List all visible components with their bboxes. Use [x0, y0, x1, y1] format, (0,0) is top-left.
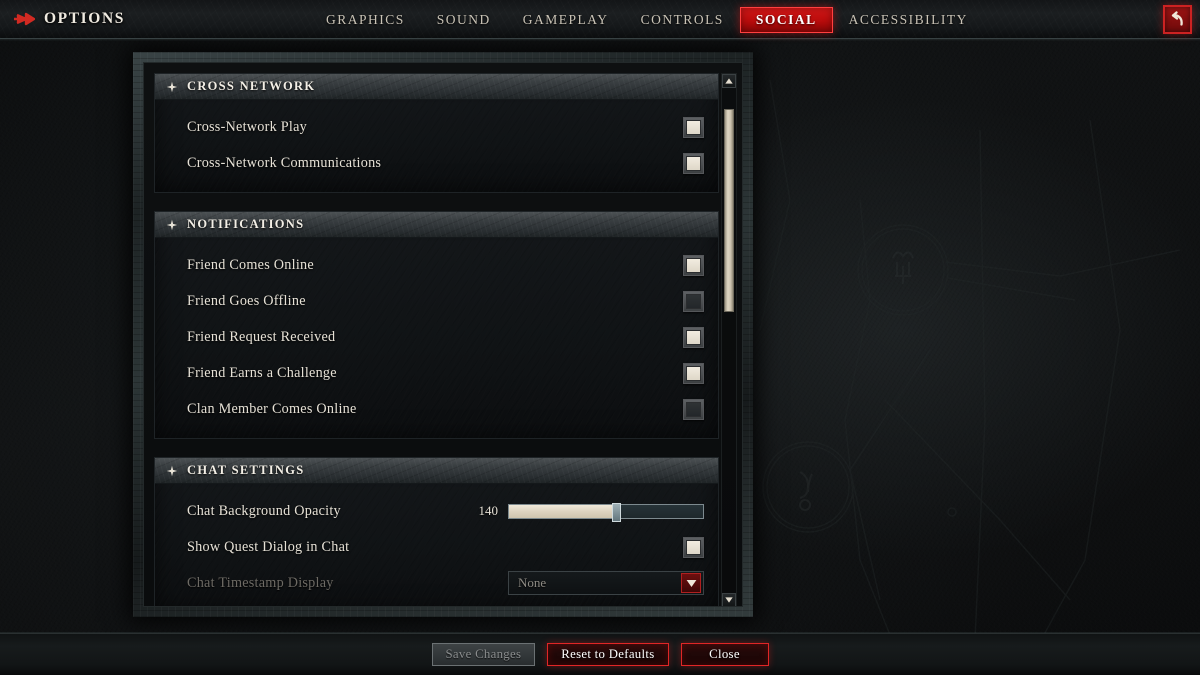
checkbox-friend-goes-offline[interactable] [683, 290, 704, 312]
row-label: Cross-Network Communications [187, 154, 382, 171]
row-chat-background-opacity: Chat Background Opacity 140 [155, 493, 718, 529]
section-header-notifications: NOTIFICATIONS [155, 212, 718, 238]
tab-gameplay[interactable]: GAMEPLAY [507, 7, 625, 33]
tab-sound[interactable]: SOUND [421, 7, 507, 33]
triangle-up-icon [725, 78, 733, 84]
slider-knob[interactable] [611, 502, 621, 522]
section-rows: Friend Comes Online Friend Goes Offline … [155, 238, 718, 438]
checkbox-clan-member-comes-online[interactable] [683, 398, 704, 420]
row-label: Friend Earns a Challenge [187, 364, 337, 381]
nav-tabs: GRAPHICS SOUND GAMEPLAY CONTROLS SOCIAL … [310, 0, 984, 39]
section-header-cross-network: CROSS NETWORK [155, 74, 718, 100]
section-notifications: NOTIFICATIONS Friend Comes Online Friend… [154, 211, 719, 439]
scrollbar-thumb[interactable] [724, 109, 734, 312]
row-friend-comes-online: Friend Comes Online [155, 247, 718, 283]
slider-track[interactable] [508, 502, 704, 522]
options-arrow-icon [14, 12, 35, 26]
scroll-up-button[interactable] [722, 74, 736, 88]
four-point-star-icon [166, 81, 178, 92]
tab-controls[interactable]: CONTROLS [625, 7, 740, 33]
triangle-down-icon [725, 597, 733, 603]
four-point-star-icon [166, 465, 178, 476]
scroll-down-button[interactable] [722, 593, 736, 606]
options-panel: CROSS NETWORK Cross-Network Play Cross-N… [143, 62, 743, 607]
checkbox-friend-request-received[interactable] [683, 326, 704, 348]
section-cross-network: CROSS NETWORK Cross-Network Play Cross-N… [154, 73, 719, 193]
row-label: Cross-Network Play [187, 118, 307, 135]
back-arrow-icon [1171, 11, 1183, 26]
row-label: Friend Request Received [187, 328, 336, 345]
settings-scrollbar[interactable] [721, 73, 737, 606]
options-panel-frame: CROSS NETWORK Cross-Network Play Cross-N… [133, 52, 753, 617]
back-button[interactable] [1163, 5, 1192, 34]
section-header-chat-settings: CHAT SETTINGS [155, 458, 718, 484]
row-friend-earns-a-challenge: Friend Earns a Challenge [155, 355, 718, 391]
checkbox-friend-comes-online[interactable] [683, 254, 704, 276]
settings-scroll-area: CROSS NETWORK Cross-Network Play Cross-N… [154, 73, 719, 606]
reset-to-defaults-button[interactable]: Reset to Defaults [547, 643, 669, 666]
chevron-down-icon[interactable] [681, 573, 701, 593]
row-cross-network-play: Cross-Network Play [155, 109, 718, 145]
row-label: Chat Timestamp Display [187, 574, 334, 591]
four-point-star-icon [166, 219, 178, 230]
dropdown-chat-timestamp-display[interactable]: None [508, 571, 704, 595]
footer-bar: Save Changes Reset to Defaults Close [0, 632, 1200, 675]
row-label: Clan Member Comes Online [187, 400, 357, 417]
section-rows: Chat Background Opacity 140 Show Quest D… [155, 484, 718, 606]
tab-accessibility[interactable]: ACCESSIBILITY [833, 7, 984, 33]
row-friend-goes-offline: Friend Goes Offline [155, 283, 718, 319]
slider-chat-background-opacity: 140 [470, 502, 704, 522]
section-rows: Cross-Network Play Cross-Network Communi… [155, 100, 718, 192]
checkbox-cross-network-play[interactable] [683, 116, 704, 138]
section-title: NOTIFICATIONS [187, 217, 305, 231]
row-chat-timestamp-display: Chat Timestamp Display None [155, 565, 718, 601]
row-label: Friend Comes Online [187, 256, 314, 273]
checkbox-friend-earns-a-challenge[interactable] [683, 362, 704, 384]
row-label: Friend Goes Offline [187, 292, 306, 309]
options-screen: OPTIONS GRAPHICS SOUND GAMEPLAY CONTROLS… [0, 0, 1200, 675]
close-button[interactable]: Close [680, 643, 769, 666]
row-label: Show Quest Dialog in Chat [187, 538, 350, 555]
section-chat-settings: CHAT SETTINGS Chat Background Opacity 14… [154, 457, 719, 606]
row-clan-member-comes-online: Clan Member Comes Online [155, 391, 718, 427]
tab-graphics[interactable]: GRAPHICS [310, 7, 421, 33]
slider-value: 140 [478, 503, 499, 518]
dropdown-value: None [518, 575, 547, 590]
section-title: CROSS NETWORK [187, 79, 316, 93]
checkbox-show-quest-dialog-in-chat[interactable] [683, 536, 704, 558]
row-label: Chat Background Opacity [187, 502, 341, 519]
slider-fill [509, 504, 616, 518]
options-brand: OPTIONS [13, 10, 125, 28]
page-title: OPTIONS [44, 10, 125, 27]
checkbox-cross-network-communications[interactable] [683, 152, 704, 174]
top-bar: OPTIONS GRAPHICS SOUND GAMEPLAY CONTROLS… [0, 0, 1200, 41]
row-friend-request-received: Friend Request Received [155, 319, 718, 355]
save-changes-button[interactable]: Save Changes [431, 643, 536, 666]
section-title: CHAT SETTINGS [187, 463, 305, 477]
tab-social[interactable]: SOCIAL [739, 6, 833, 33]
row-cross-network-communications: Cross-Network Communications [155, 145, 718, 181]
row-show-quest-dialog-in-chat: Show Quest Dialog in Chat [155, 529, 718, 565]
